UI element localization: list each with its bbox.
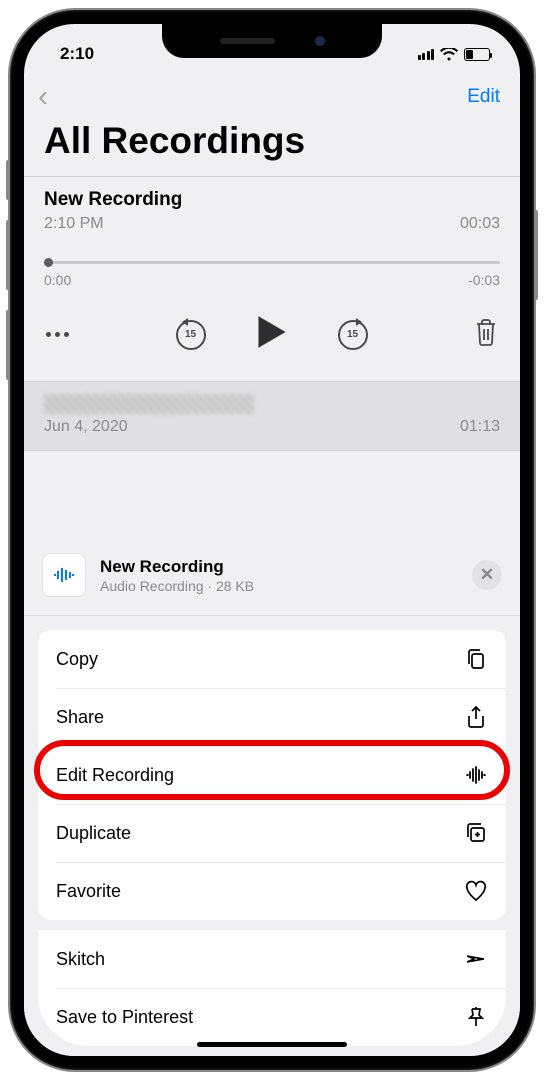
skitch-icon	[464, 947, 488, 971]
sheet-subtitle: Audio Recording · 28 KB	[100, 578, 458, 594]
recording-item[interactable]: Jun 4, 2020 01:13	[24, 381, 520, 451]
recording-title-redacted	[44, 394, 254, 414]
page-title: All Recordings	[24, 120, 520, 176]
action-label: Skitch	[56, 949, 105, 970]
back-button[interactable]: ‹	[38, 80, 48, 114]
heart-icon	[464, 879, 488, 903]
action-label: Duplicate	[56, 823, 131, 844]
sheet-title: New Recording	[100, 557, 458, 577]
favorite-action[interactable]: Favorite	[38, 862, 506, 920]
share-action[interactable]: Share	[38, 688, 506, 746]
waveform-icon	[464, 763, 488, 787]
recording-duration: 00:03	[460, 215, 500, 233]
scrubber-thumb[interactable]	[44, 258, 53, 267]
edit-recording-action[interactable]: Edit Recording	[38, 746, 506, 804]
duplicate-action[interactable]: Duplicate	[38, 804, 506, 862]
screen: 2:10 ‹ Edit All Recordings New Recording…	[24, 24, 520, 1056]
side-button	[534, 210, 538, 300]
more-button[interactable]	[46, 332, 69, 337]
recording-date: Jun 4, 2020	[44, 418, 128, 436]
wifi-icon	[440, 48, 458, 61]
scrubber[interactable]: 0:00 -0:03	[24, 243, 520, 292]
skip-forward-button[interactable]: 15	[338, 320, 368, 350]
sheet-thumbnail	[42, 553, 86, 597]
pin-icon	[464, 1005, 488, 1029]
nav-bar: ‹ Edit	[24, 70, 520, 120]
action-label: Edit Recording	[56, 765, 174, 786]
pinterest-action[interactable]: Save to Pinterest	[38, 988, 506, 1046]
elapsed-time: 0:00	[44, 272, 71, 288]
edit-button[interactable]: Edit	[467, 86, 500, 108]
recording-item[interactable]: New Recording 2:10 PM 00:03	[24, 177, 520, 243]
battery-icon	[464, 48, 490, 61]
home-indicator[interactable]	[197, 1042, 347, 1047]
action-label: Copy	[56, 649, 98, 670]
recording-title: New Recording	[44, 189, 500, 211]
duplicate-icon	[464, 821, 488, 845]
action-label: Save to Pinterest	[56, 1007, 193, 1028]
recording-time: 2:10 PM	[44, 215, 104, 233]
share-icon	[464, 705, 488, 729]
copy-action[interactable]: Copy	[38, 630, 506, 688]
volume-button	[6, 310, 10, 380]
status-time: 2:10	[60, 44, 94, 64]
skip-back-button[interactable]: 15	[176, 320, 206, 350]
recording-duration: 01:13	[460, 418, 500, 436]
play-button[interactable]	[256, 314, 288, 355]
phone-frame: 2:10 ‹ Edit All Recordings New Recording…	[10, 10, 534, 1070]
remaining-time: -0:03	[468, 272, 500, 288]
close-button[interactable]: ✕	[472, 560, 502, 590]
cellular-icon	[418, 49, 435, 60]
copy-icon	[464, 647, 488, 671]
delete-button[interactable]	[474, 318, 498, 351]
action-label: Share	[56, 707, 104, 728]
action-sheet: New Recording Audio Recording · 28 KB ✕ …	[24, 535, 520, 1056]
notch	[162, 24, 382, 58]
action-label: Favorite	[56, 881, 121, 902]
skitch-action[interactable]: Skitch	[38, 930, 506, 988]
